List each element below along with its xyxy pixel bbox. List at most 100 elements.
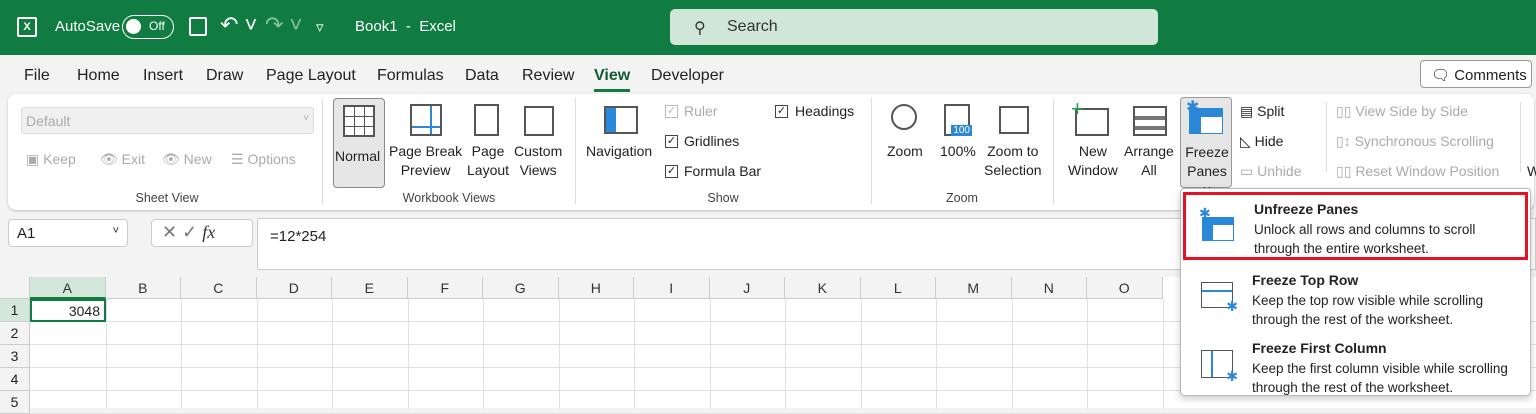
unhide-button: ▭ Unhide	[1240, 163, 1302, 179]
new-window-icon: +	[1071, 96, 1109, 136]
column-header-M[interactable]: M	[936, 277, 1012, 299]
name-box[interactable]: A1 ˅	[8, 219, 128, 247]
tab-file[interactable]: File	[24, 67, 50, 85]
reset-window-position-button: ▯▯ Reset Window Position	[1336, 163, 1500, 179]
undo-icon[interactable]: ↶ ˅	[220, 12, 257, 38]
comments-button[interactable]: 🗨 Comments	[1420, 60, 1532, 88]
tab-draw[interactable]: Draw	[206, 67, 243, 85]
custom-views-icon	[524, 106, 554, 136]
tab-developer[interactable]: Developer	[651, 67, 724, 85]
enter-icon[interactable]: ✓	[182, 222, 197, 242]
row-header-5[interactable]: 5	[0, 391, 30, 414]
column-header-D[interactable]: D	[256, 277, 332, 299]
new-window-button[interactable]: New Window	[1068, 142, 1118, 180]
insert-function-button[interactable]: fx	[202, 222, 215, 242]
zoom-magnifier-icon	[891, 104, 917, 130]
options-button: ☰ Options	[231, 151, 296, 167]
freeze-panes-menu: ✱ Unfreeze Panes Unlock all rows and colu…	[1180, 188, 1531, 396]
column-header-C[interactable]: C	[181, 277, 257, 299]
column-header-N[interactable]: N	[1011, 277, 1087, 299]
grid-icon	[343, 105, 375, 137]
row-header-2[interactable]: 2	[0, 322, 30, 345]
customize-qat-icon[interactable]: ▿	[316, 18, 324, 36]
gridline	[1087, 299, 1088, 409]
tab-view[interactable]: View	[594, 67, 631, 92]
group-label-sheet-view: Sheet View	[135, 191, 199, 205]
gridline	[483, 299, 484, 409]
tab-formulas[interactable]: Formulas	[377, 67, 444, 85]
freeze-top-row-icon: ✱	[1201, 282, 1238, 314]
new-view-button: 👁 New	[162, 151, 212, 167]
search-icon: ⚲	[694, 20, 706, 37]
navigation-button[interactable]: Navigation	[586, 142, 652, 161]
tab-home[interactable]: Home	[77, 67, 120, 85]
split-button[interactable]: ▤ Split	[1240, 102, 1284, 121]
arrange-all-button[interactable]: Arrange All	[1124, 142, 1174, 180]
search-box[interactable]: ⚲ Search	[670, 9, 1158, 45]
page-layout-button[interactable]: Page Layout	[467, 142, 509, 180]
column-header-O[interactable]: O	[1087, 277, 1163, 299]
normal-view-button[interactable]: Normal	[333, 98, 385, 188]
gridline	[407, 299, 409, 409]
column-header-H[interactable]: H	[558, 277, 634, 299]
row-header-4[interactable]: 4	[0, 368, 30, 391]
keep-button: ▣ Keep	[26, 151, 76, 167]
menu-item-freeze-top-row[interactable]: ✱ Freeze Top Row Keep the top row visible…	[1181, 263, 1530, 329]
freeze-first-column-icon: ✱	[1201, 350, 1238, 384]
page-break-preview-icon	[410, 104, 442, 136]
switch-windows-button[interactable]: W	[1527, 162, 1536, 181]
gridlines-checkbox[interactable]: ✓	[665, 135, 678, 148]
zoom-button[interactable]: Zoom	[887, 142, 923, 161]
exit-button: 👁 Exit	[100, 151, 146, 167]
ruler-checkbox: ✓	[665, 105, 678, 118]
column-header-E[interactable]: E	[332, 277, 408, 299]
formula-buttons: ✕ ✓ fx	[151, 219, 253, 247]
gridline	[332, 299, 333, 409]
column-header-F[interactable]: F	[407, 277, 483, 299]
row-header-3[interactable]: 3	[0, 345, 30, 368]
view-side-by-side-button: ▯▯ View Side by Side	[1336, 103, 1468, 119]
menu-item-freeze-first-column[interactable]: ✱ Freeze First Column Keep the first colu…	[1181, 331, 1530, 397]
gridline	[785, 299, 786, 409]
sheet-view-dropdown: Default ˅	[21, 107, 314, 134]
formula-bar-checkbox[interactable]: ✓	[665, 165, 678, 178]
menu-item-unfreeze-panes[interactable]: ✱ Unfreeze Panes Unlock all rows and colu…	[1183, 192, 1528, 260]
document-title: Book1 - Excel	[355, 18, 456, 35]
cell-a1[interactable]: 3048	[30, 299, 106, 322]
page-break-preview-button[interactable]: Page Break Preview	[389, 142, 462, 180]
unfreeze-panes-icon: ✱	[1199, 205, 1234, 241]
excel-logo-icon: X	[17, 17, 37, 37]
cancel-icon[interactable]: ✕	[162, 222, 177, 242]
tab-data[interactable]: Data	[465, 67, 499, 85]
tab-insert[interactable]: Insert	[143, 67, 183, 85]
zoom-100-button[interactable]: 100%	[940, 142, 976, 161]
column-header-L[interactable]: L	[860, 277, 936, 299]
title-bar: X AutoSave Off ↶ ˅ ↷ ˅ ▿ Book1 - Excel ⚲…	[0, 0, 1536, 55]
column-header-G[interactable]: G	[483, 277, 559, 299]
gridline	[181, 299, 182, 409]
freeze-panes-button[interactable]: ✱ FreezePanes ˅	[1180, 97, 1232, 198]
autosave-toggle[interactable]: Off	[122, 15, 174, 39]
autosave-label: AutoSave	[55, 18, 121, 35]
column-header-B[interactable]: B	[105, 277, 181, 299]
column-header-K[interactable]: K	[785, 277, 861, 299]
custom-views-button[interactable]: Custom Views	[514, 142, 562, 180]
gridline	[634, 299, 635, 409]
group-label-show: Show	[707, 191, 739, 205]
column-header-I[interactable]: I	[634, 277, 710, 299]
headings-checkbox[interactable]: ✓	[775, 105, 788, 118]
save-icon[interactable]	[189, 17, 207, 36]
zoom-to-selection-icon	[999, 106, 1029, 134]
tab-page-layout[interactable]: Page Layout	[266, 67, 356, 85]
tab-review[interactable]: Review	[522, 67, 574, 85]
page-layout-icon	[474, 104, 499, 136]
group-label-workbook-views: Workbook Views	[402, 191, 496, 205]
column-header-J[interactable]: J	[709, 277, 785, 299]
zoom-to-selection-button[interactable]: Zoom to Selection	[984, 142, 1042, 180]
hide-button[interactable]: ◺ Hide	[1240, 132, 1283, 151]
row-header-1[interactable]: 1	[0, 299, 30, 322]
column-header-A[interactable]: A	[30, 277, 106, 299]
select-all-corner[interactable]	[0, 277, 30, 299]
synchronous-scrolling-button: ▯↕ Synchronous Scrolling	[1336, 133, 1494, 149]
navigation-icon	[604, 106, 638, 134]
